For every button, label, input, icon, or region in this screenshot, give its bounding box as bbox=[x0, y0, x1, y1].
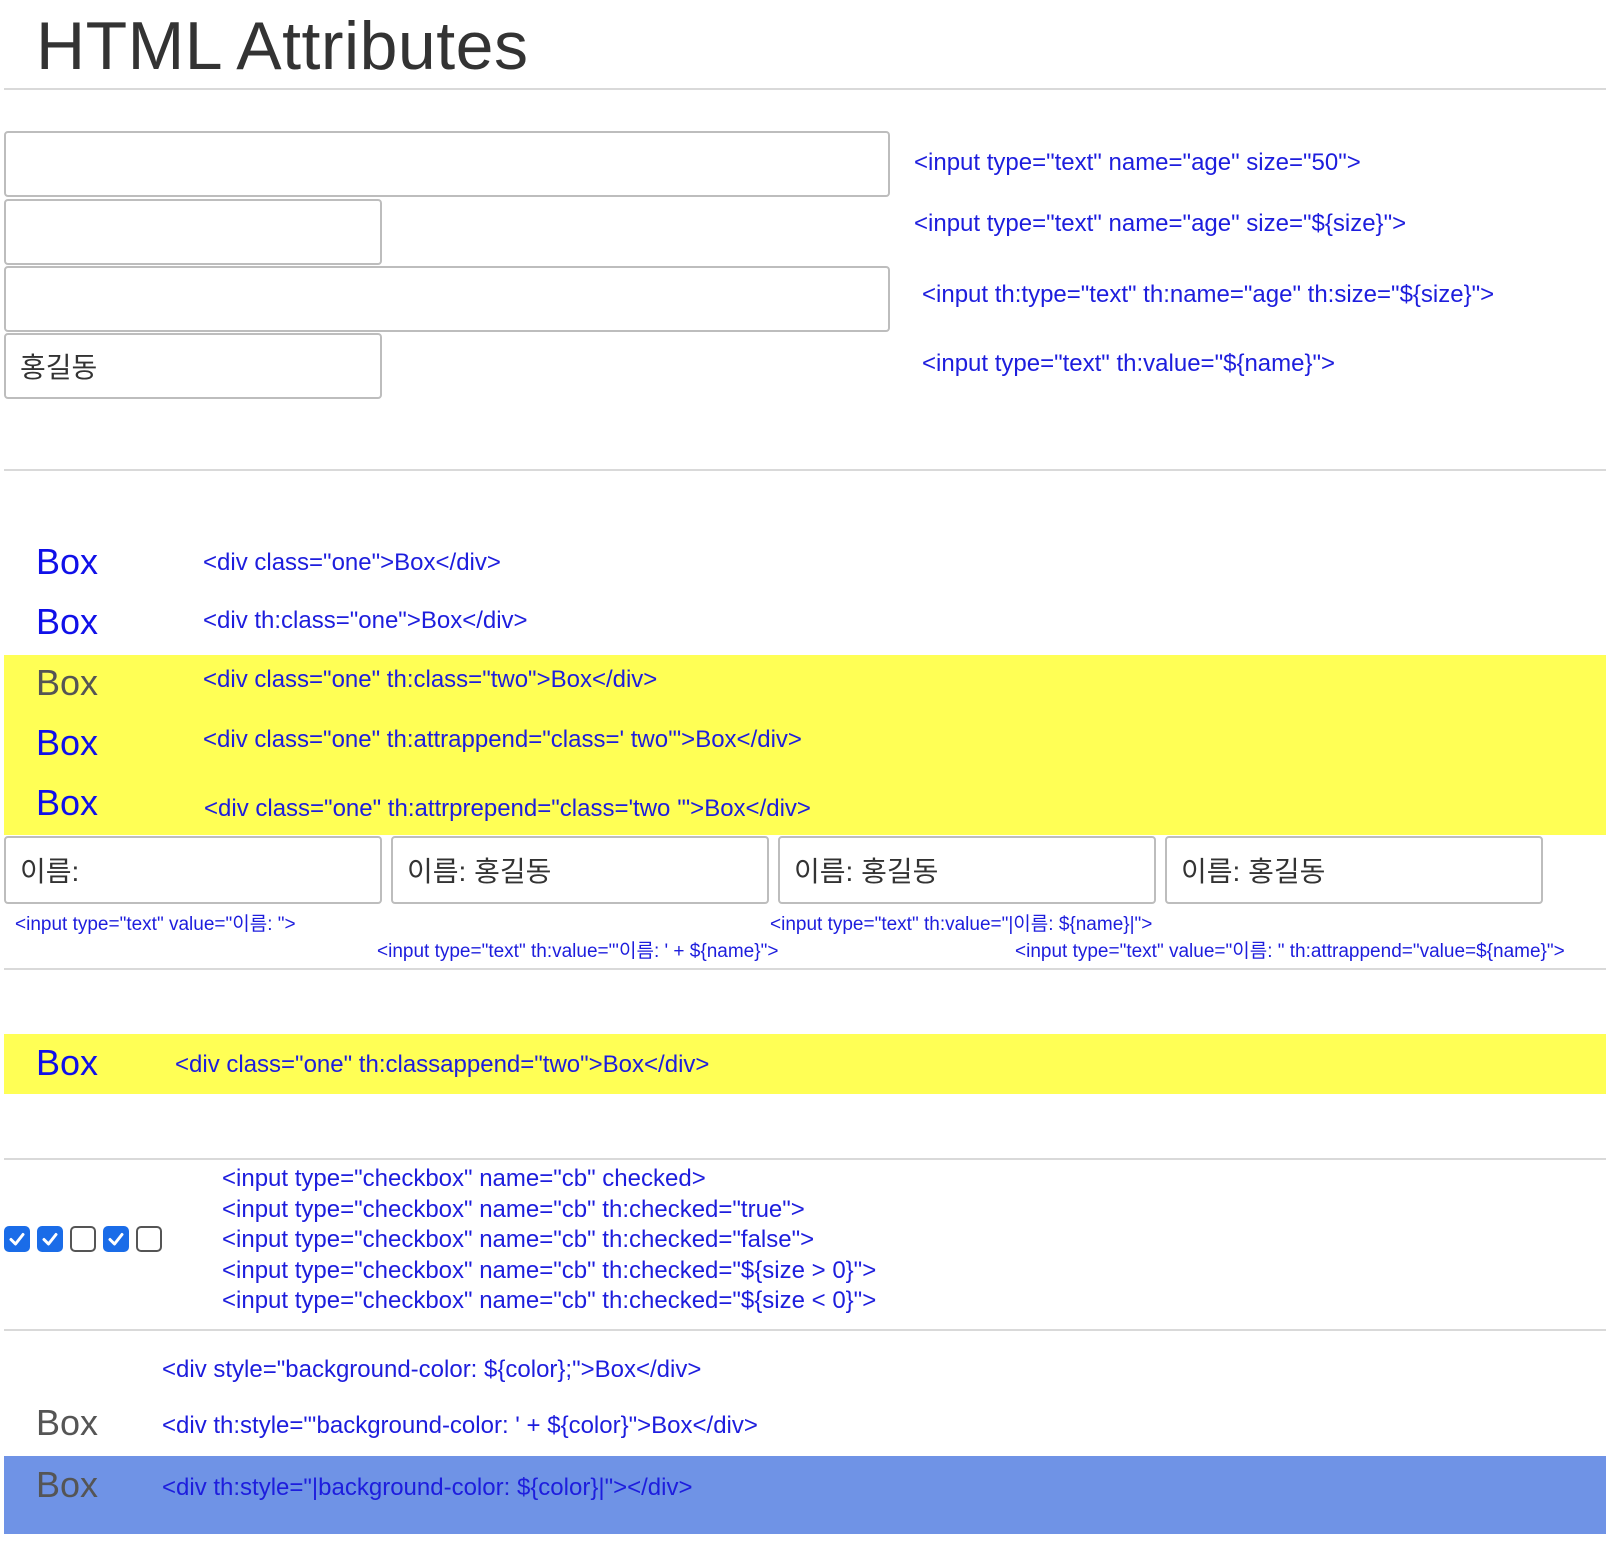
box-style-concat: Box bbox=[36, 1402, 99, 1443]
box-attrappend: Box bbox=[36, 722, 99, 763]
code-th-class-one: <div th:class="one">Box</div> bbox=[203, 607, 528, 634]
code-style-literal: <div th:style="|background-color: ${colo… bbox=[162, 1474, 693, 1501]
code-checkbox-true: <input type="checkbox" name="cb" th:chec… bbox=[222, 1195, 805, 1223]
divider bbox=[4, 968, 1606, 970]
code-classappend: <div class="one" th:classappend="two">Bo… bbox=[175, 1051, 710, 1078]
name-input-static[interactable] bbox=[4, 836, 382, 904]
divider bbox=[4, 469, 1606, 471]
checkbox-th-checked-false[interactable] bbox=[70, 1226, 96, 1252]
code-value-attrappend: <input type="text" value="이름: " th:attra… bbox=[1015, 941, 1565, 962]
name-input-concat[interactable] bbox=[391, 836, 769, 904]
code-value-concat: <input type="text" th:value="'이름: ' + ${… bbox=[377, 941, 779, 962]
box-classappend: Box bbox=[36, 1042, 99, 1083]
code-attrappend: <div class="one" th:attrappend="class=' … bbox=[203, 726, 802, 753]
code-value-static: <input type="text" value="이름: "> bbox=[15, 914, 296, 935]
code-input-th-value: <input type="text" th:value="${name}"> bbox=[922, 350, 1336, 377]
divider bbox=[4, 88, 1606, 90]
divider bbox=[4, 1329, 1606, 1331]
box-th-class-two: Box bbox=[36, 662, 99, 703]
code-value-literal: <input type="text" th:value="|이름: ${name… bbox=[770, 914, 1153, 935]
box-attrprepend: Box bbox=[36, 782, 99, 823]
age-input-size-50[interactable] bbox=[4, 131, 890, 197]
divider bbox=[4, 1158, 1606, 1160]
code-checkbox-false: <input type="checkbox" name="cb" th:chec… bbox=[222, 1226, 815, 1253]
name-input-literal[interactable] bbox=[778, 836, 1156, 904]
page-title: HTML Attributes bbox=[36, 8, 529, 84]
name-input-attrappend[interactable] bbox=[1165, 836, 1543, 904]
code-input-th-attrs: <input th:type="text" th:name="age" th:s… bbox=[922, 281, 1495, 308]
code-style-concat: <div th:style="'background-color: ' + ${… bbox=[162, 1412, 758, 1439]
code-checkbox-lt: <input type="checkbox" name="cb" th:chec… bbox=[222, 1287, 877, 1314]
code-class-one: <div class="one">Box</div> bbox=[203, 549, 501, 576]
name-input-th-value[interactable] bbox=[4, 333, 382, 399]
code-checkbox-gt: <input type="checkbox" name="cb" th:chec… bbox=[222, 1256, 877, 1284]
code-attrprepend: <div class="one" th:attrprepend="class='… bbox=[204, 795, 811, 822]
checkbox-code-list: <input type="checkbox" name="cb" checked… bbox=[222, 1164, 876, 1317]
code-style-static: <div style="background-color: ${color};"… bbox=[162, 1356, 702, 1383]
age-input-size-var[interactable] bbox=[4, 199, 382, 265]
code-input-size-50: <input type="text" name="age" size="50"> bbox=[914, 149, 1361, 176]
checkbox-checked[interactable] bbox=[4, 1226, 30, 1252]
box-th-class-one: Box bbox=[36, 601, 99, 642]
code-th-class-two: <div class="one" th:class="two">Box</div… bbox=[203, 666, 658, 693]
checkbox-th-checked-true[interactable] bbox=[37, 1226, 63, 1252]
checkbox-size-lt-0[interactable] bbox=[136, 1226, 162, 1252]
box-style-literal: Box bbox=[36, 1464, 99, 1505]
code-checkbox-checked: <input type="checkbox" name="cb" checked… bbox=[222, 1165, 706, 1192]
box-class-one: Box bbox=[36, 541, 99, 582]
checkbox-size-gt-0[interactable] bbox=[103, 1226, 129, 1252]
checkbox-group bbox=[4, 1226, 169, 1252]
age-input-th-attrs[interactable] bbox=[4, 266, 890, 332]
code-input-size-var: <input type="text" name="age" size="${si… bbox=[914, 210, 1407, 237]
